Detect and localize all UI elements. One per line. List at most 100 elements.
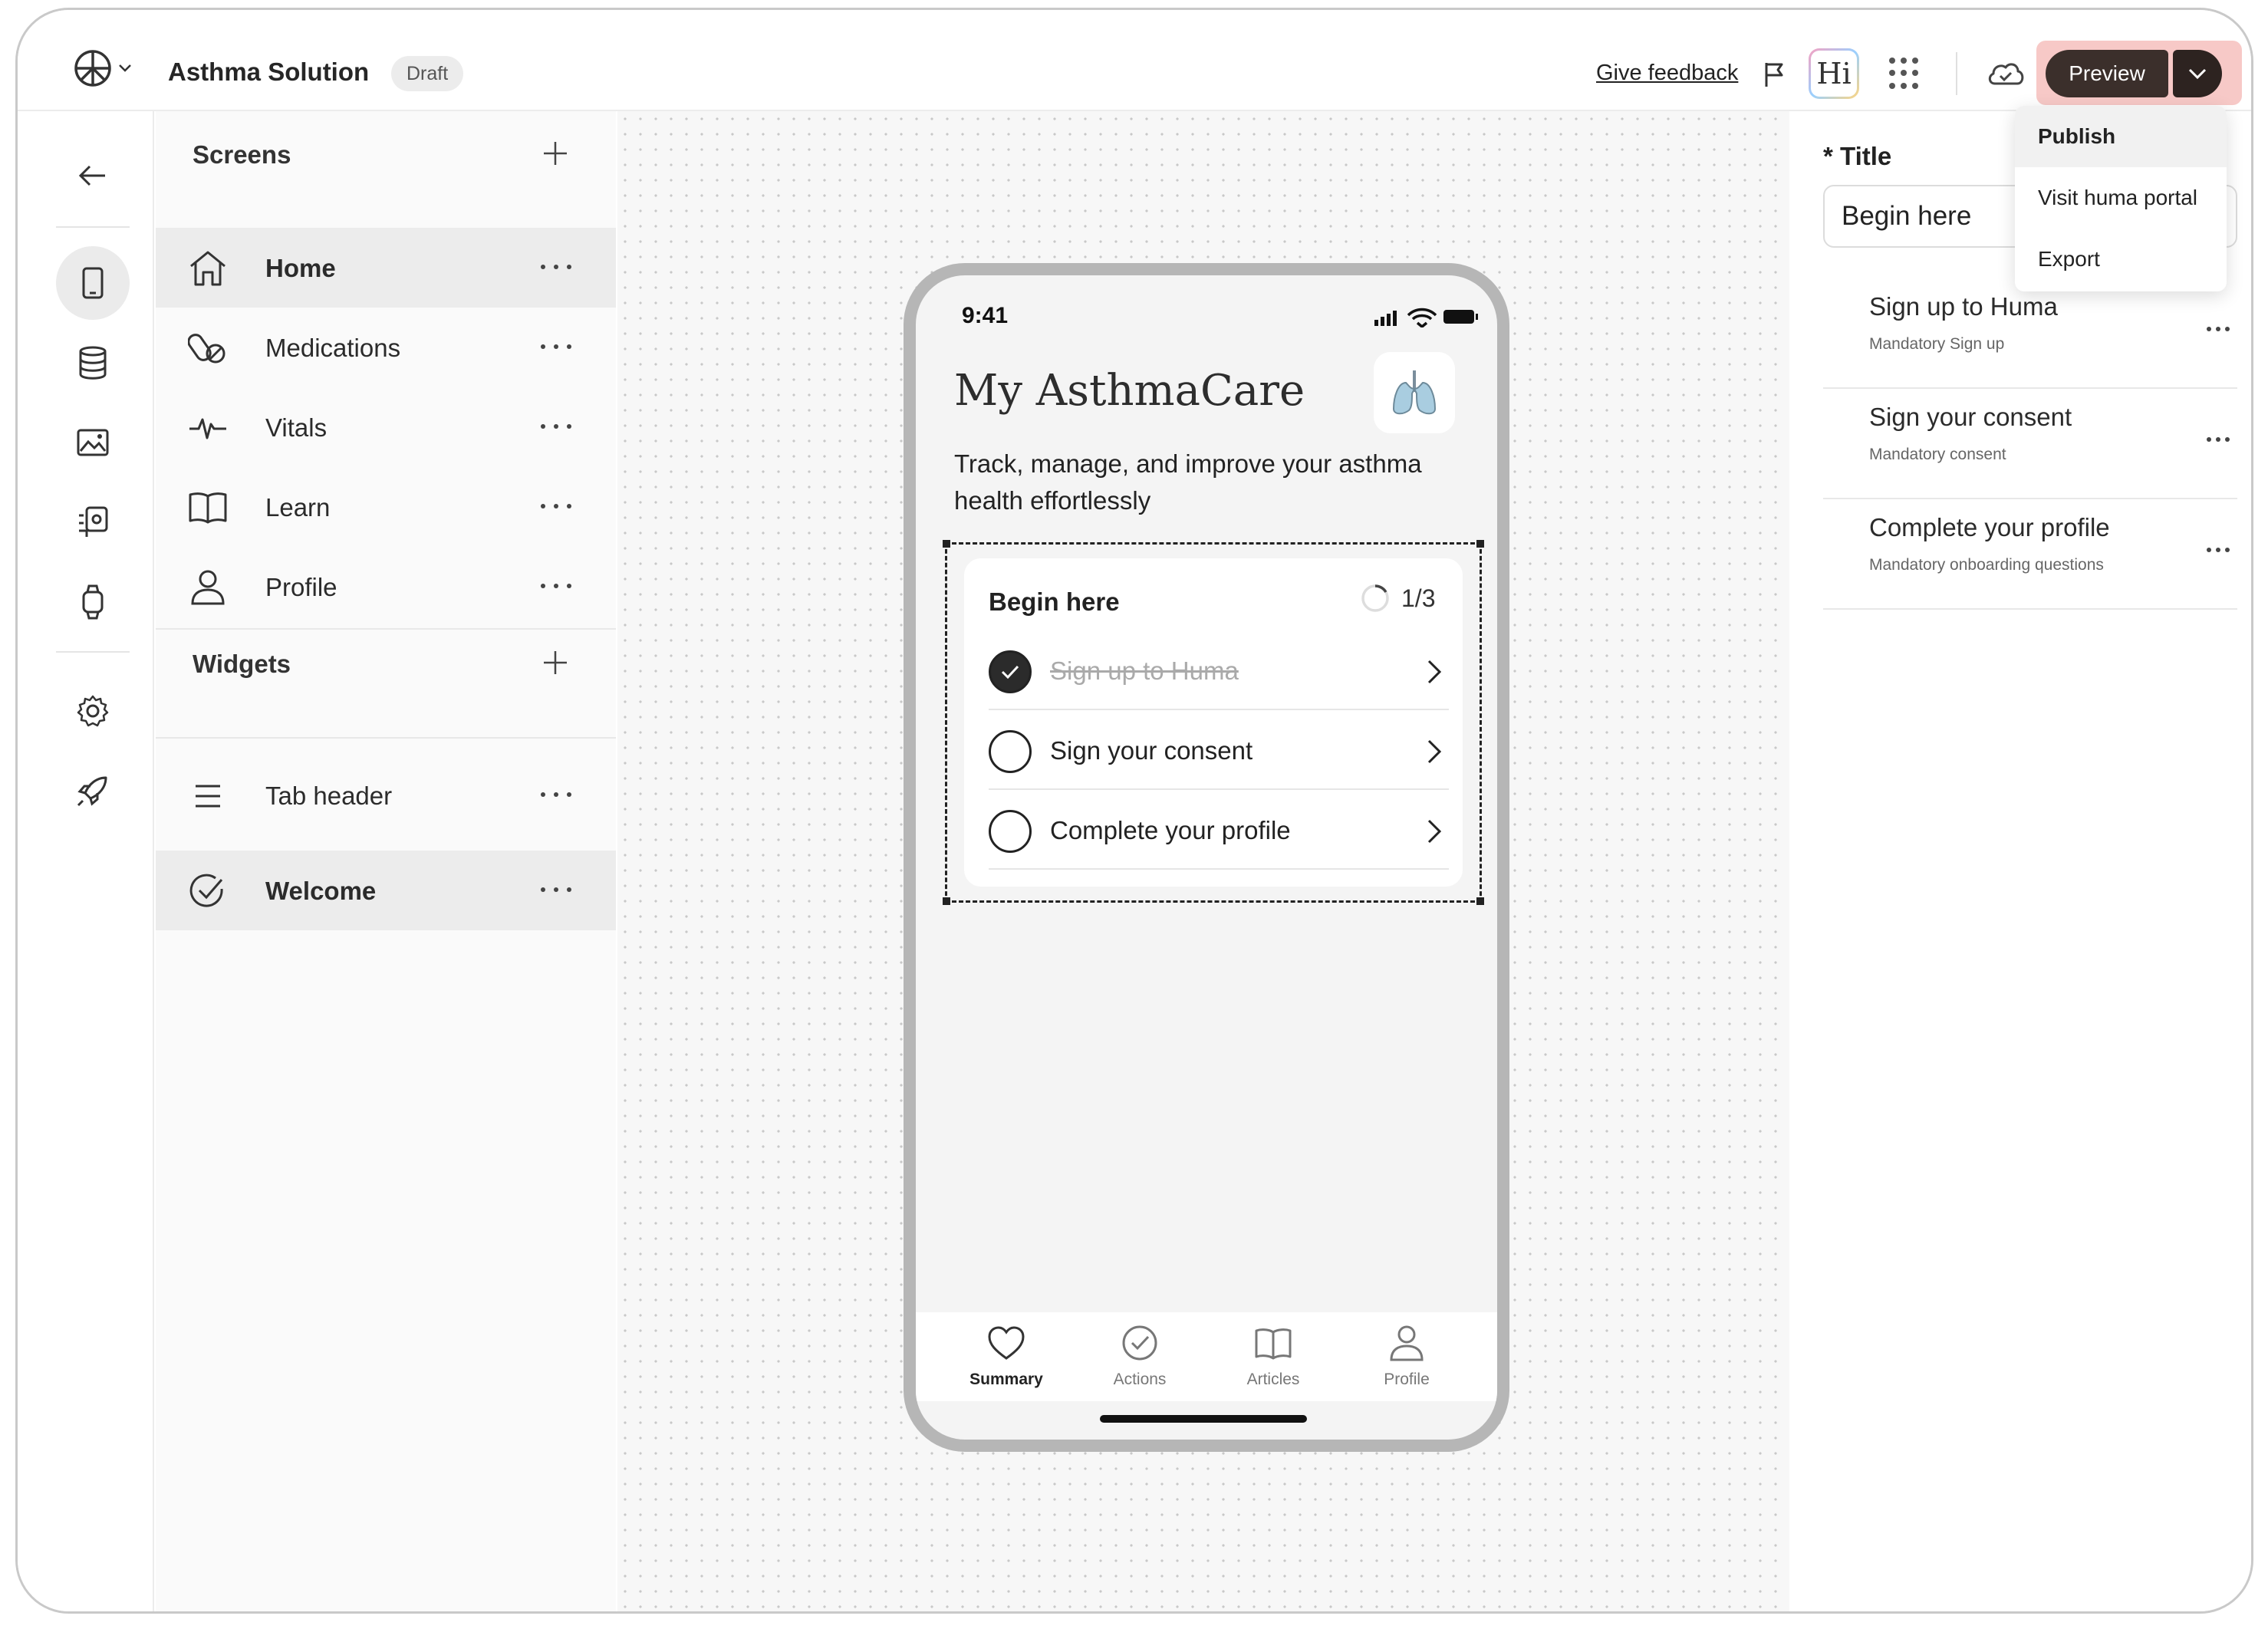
screen-item-label: Profile	[265, 573, 337, 601]
menu-item-visit-portal[interactable]: Visit huma portal	[2015, 167, 2227, 229]
resize-handle[interactable]	[943, 540, 950, 548]
rail-item-media[interactable]	[56, 406, 130, 479]
task-item[interactable]: Sign your consent	[989, 710, 1449, 790]
status-time: 9:41	[962, 303, 1009, 328]
book-icon	[1255, 1328, 1292, 1360]
more-options-icon[interactable]	[2207, 542, 2230, 558]
task-label: Complete your profile	[1050, 816, 1291, 844]
chevron-right-icon	[1427, 660, 1442, 684]
workspace-switcher[interactable]	[73, 47, 134, 90]
top-bar: Asthma Solution Draft Give feedback Hi P…	[18, 10, 2251, 111]
rail-item-integrations[interactable]	[56, 485, 130, 559]
inspector-item-title: Complete your profile	[1869, 513, 2110, 541]
more-options-icon[interactable]	[541, 415, 571, 438]
screen-item-profile[interactable]: Profile	[156, 547, 616, 627]
widgets-header: Widgets	[156, 620, 616, 705]
rail-item-data[interactable]	[56, 326, 130, 400]
integration-icon	[79, 506, 108, 537]
back-button[interactable]	[56, 139, 130, 212]
rail-item-devices[interactable]	[56, 565, 130, 639]
home-icon	[188, 249, 228, 288]
widget-item-tab-header[interactable]: Tab header	[156, 755, 616, 835]
menu-item-export[interactable]: Export	[2015, 229, 2227, 290]
widget-item-welcome[interactable]: Welcome	[156, 851, 616, 930]
divider	[56, 651, 130, 653]
chevron-down-icon	[2188, 68, 2207, 80]
more-options-icon[interactable]	[541, 878, 571, 901]
more-options-icon[interactable]	[541, 495, 571, 518]
lines-icon	[188, 777, 228, 815]
widget-item-label: Welcome	[265, 877, 377, 905]
phone-preview: 9:41 My AsthmaCare Track, manage, and im…	[904, 263, 1509, 1452]
more-options-icon[interactable]	[541, 783, 571, 806]
tab-actions[interactable]: Actions	[1078, 1318, 1201, 1395]
preview-button[interactable]: Preview	[2046, 50, 2168, 97]
phone-app-title: My AsthmaCare	[954, 366, 1305, 416]
pulse-icon	[188, 409, 228, 447]
inspector-item[interactable]: Sign up to Huma Mandatory Sign up	[1823, 278, 2237, 389]
resize-handle[interactable]	[1476, 540, 1484, 548]
home-indicator	[1100, 1415, 1307, 1423]
status-badge: Draft	[391, 56, 464, 91]
apps-grid-icon[interactable]	[1889, 58, 1921, 90]
inspector-item[interactable]: Sign your consent Mandatory consent	[1823, 389, 2237, 499]
divider	[56, 226, 130, 228]
widget-item-label: Tab header	[265, 782, 393, 810]
flag-icon[interactable]	[1762, 61, 1786, 88]
title-field-label: * Title	[1823, 142, 1892, 170]
welcome-card[interactable]: Begin here 1/3 Sign up to Huma Sign your…	[964, 558, 1463, 887]
cloud-saved-icon[interactable]	[1986, 58, 2026, 90]
inspector-item-title: Sign up to Huma	[1869, 292, 2058, 321]
inspector-item[interactable]: Complete your profile Mandatory onboardi…	[1823, 499, 2237, 610]
inspector-item-subtitle: Mandatory Sign up	[1869, 335, 2005, 353]
tab-summary[interactable]: Summary	[945, 1318, 1068, 1395]
add-screen-button[interactable]	[541, 139, 570, 168]
selected-widget-outline[interactable]: Begin here 1/3 Sign up to Huma Sign your…	[943, 540, 1484, 905]
rail-item-screens[interactable]	[56, 246, 130, 320]
chevron-right-icon	[1427, 739, 1442, 764]
screen-item-label: Vitals	[265, 413, 328, 442]
resize-handle[interactable]	[1476, 897, 1484, 905]
screens-header: Screens	[156, 111, 616, 196]
screen-item-vitals[interactable]: Vitals	[156, 387, 616, 467]
publish-menu-toggle[interactable]	[2173, 50, 2222, 97]
app-window: Asthma Solution Draft Give feedback Hi P…	[15, 8, 2253, 1614]
screen-item-label: Medications	[265, 334, 401, 362]
mobile-icon	[82, 267, 104, 299]
divider	[156, 737, 616, 739]
user-icon	[1390, 1325, 1424, 1361]
image-icon	[77, 429, 109, 456]
status-icons	[1374, 308, 1478, 327]
icon-rail	[18, 111, 154, 1611]
screen-item-home[interactable]: Home	[156, 228, 616, 308]
unchecked-icon	[989, 810, 1032, 853]
inspector-item-subtitle: Mandatory consent	[1869, 446, 2006, 463]
inspector-item-title: Sign your consent	[1869, 403, 2072, 431]
heart-icon	[988, 1326, 1025, 1360]
tab-label: Actions	[1113, 1371, 1167, 1388]
add-widget-button[interactable]	[541, 648, 570, 677]
menu-item-publish[interactable]: Publish	[2015, 106, 2227, 167]
screen-item-learn[interactable]: Learn	[156, 467, 616, 547]
rail-item-settings[interactable]	[56, 674, 130, 748]
check-circle-icon	[1122, 1325, 1157, 1361]
tab-label: Summary	[969, 1371, 1043, 1388]
more-options-icon[interactable]	[2207, 432, 2230, 447]
more-options-icon[interactable]	[2207, 321, 2230, 337]
ai-assistant-button[interactable]: Hi	[1809, 48, 1859, 99]
task-item[interactable]: Complete your profile	[989, 790, 1449, 870]
rail-item-launch[interactable]	[56, 754, 130, 828]
progress-indicator: 1/3	[1360, 581, 1435, 615]
tab-articles[interactable]: Articles	[1212, 1318, 1335, 1395]
screen-item-medications[interactable]: Medications	[156, 308, 616, 387]
more-options-icon[interactable]	[541, 574, 571, 597]
chevron-down-icon	[119, 64, 131, 72]
more-options-icon[interactable]	[541, 335, 571, 358]
tab-profile[interactable]: Profile	[1345, 1318, 1468, 1395]
more-options-icon[interactable]	[541, 255, 571, 278]
give-feedback-link[interactable]: Give feedback	[1596, 61, 1738, 86]
user-icon	[188, 568, 228, 607]
task-item[interactable]: Sign up to Huma	[989, 630, 1449, 710]
resize-handle[interactable]	[943, 897, 950, 905]
book-icon	[188, 489, 228, 527]
